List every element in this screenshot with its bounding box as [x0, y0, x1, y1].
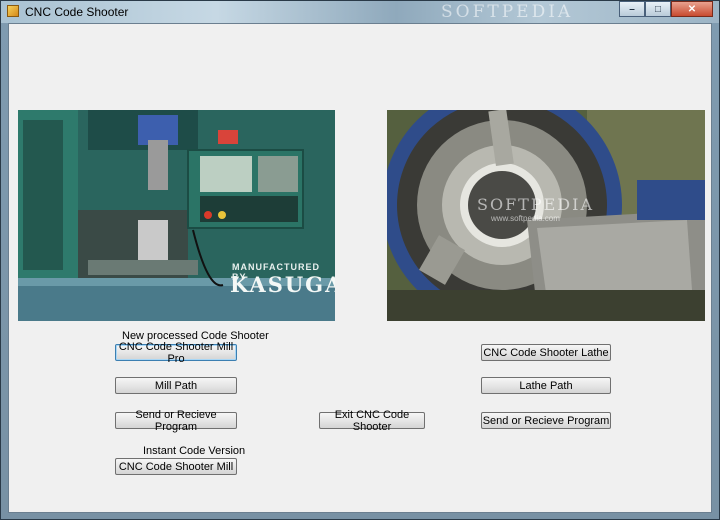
- title-bar[interactable]: CNC Code Shooter SOFTPEDIA – □ ✕: [1, 1, 719, 23]
- maximize-button[interactable]: □: [645, 1, 671, 17]
- app-icon[interactable]: [7, 5, 19, 17]
- lathe-watermark-url: www.softpedia.com: [491, 214, 560, 223]
- mill-button[interactable]: CNC Code Shooter Mill: [115, 458, 237, 475]
- minimize-button[interactable]: –: [619, 1, 645, 17]
- close-icon: ✕: [687, 3, 697, 15]
- mill-brand-text: KASUGA: [230, 272, 335, 297]
- lathe-send-receive-button[interactable]: Send or Recieve Program: [481, 412, 611, 429]
- exit-button[interactable]: Exit CNC Code Shooter: [319, 409, 425, 433]
- mill-send-receive-button[interactable]: Send or Recieve Program: [115, 409, 237, 433]
- lathe-button[interactable]: CNC Code Shooter Lathe: [481, 344, 611, 361]
- maximize-icon: □: [654, 3, 662, 15]
- instant-code-caption: Instant Code Version: [143, 445, 246, 457]
- mill-pro-button[interactable]: CNC Code Shooter Mill Pro: [115, 341, 237, 365]
- close-button[interactable]: ✕: [671, 1, 713, 17]
- lathe-path-button[interactable]: Lathe Path: [481, 377, 611, 394]
- lathe-watermark: SOFTPEDIA: [477, 195, 594, 214]
- minimize-icon: –: [629, 3, 635, 15]
- client-area: MANUFACTURED BY KASUGA SOFTPEDIA www.sof…: [8, 23, 712, 513]
- window-title: CNC Code Shooter: [25, 5, 129, 19]
- window-controls: – □ ✕: [619, 1, 713, 17]
- app-window: CNC Code Shooter SOFTPEDIA – □ ✕ MANUFAC…: [0, 0, 720, 520]
- mill-path-button[interactable]: Mill Path: [115, 377, 237, 394]
- lathe-machine-image: SOFTPEDIA www.softpedia.com: [387, 110, 705, 321]
- titlebar-watermark: SOFTPEDIA: [441, 2, 574, 22]
- mill-machine-image: MANUFACTURED BY KASUGA: [18, 110, 335, 321]
